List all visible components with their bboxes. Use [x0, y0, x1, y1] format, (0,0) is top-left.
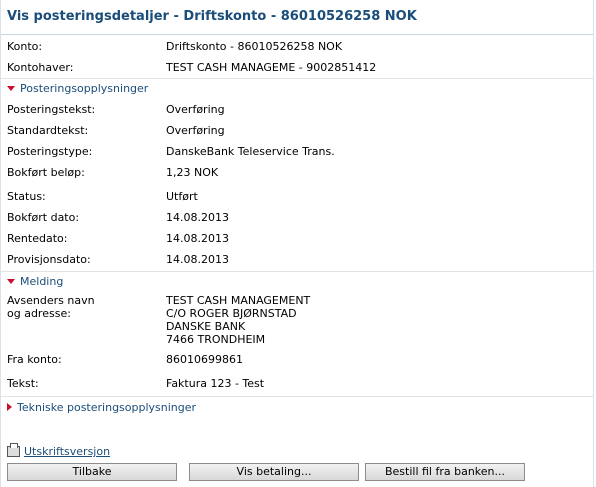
- standard-text-label: Standardtekst:: [7, 124, 89, 137]
- sender-label-line-2: og adresse:: [7, 307, 71, 320]
- booked-amount-value: 1,23 NOK: [166, 166, 219, 179]
- posting-details-panel: Vis posteringsdetaljer - Driftskonto - 8…: [0, 0, 594, 487]
- message-text-label: Tekst:: [7, 377, 39, 390]
- address-line: 7466 TRONDHEIM: [166, 333, 266, 346]
- page-title: Vis posteringsdetaljer - Driftskonto - 8…: [1, 0, 593, 35]
- section-posting-label: Posteringsopplysninger: [20, 82, 149, 95]
- account-holder-row: Kontohaver: TEST CASH MANAGEME - 9002851…: [1, 57, 593, 79]
- print-version-link[interactable]: Utskriftsversjon: [24, 445, 110, 458]
- booked-amount-label: Bokført beløp:: [7, 166, 85, 179]
- booked-date-row: Bokført dato: 14.08.2013: [1, 207, 593, 228]
- sender-label: Avsenders navn og adresse:: [7, 294, 95, 320]
- sender-address-row: Avsenders navn og adresse: TEST CASH MAN…: [1, 292, 593, 348]
- account-value: Driftskonto - 86010526258 NOK: [166, 40, 343, 53]
- account-label: Konto:: [7, 40, 43, 53]
- sender-address: TEST CASH MANAGEMENT C/O ROGER BJØRNSTAD…: [166, 294, 310, 346]
- account-row: Konto: Driftskonto - 86010526258 NOK: [1, 36, 593, 57]
- address-line: DANSKE BANK: [166, 320, 246, 333]
- printer-icon[interactable]: [7, 442, 20, 457]
- booked-date-label: Bokført dato:: [7, 211, 80, 224]
- booked-amount-row: Bokført beløp: 1,23 NOK: [1, 162, 593, 183]
- status-label: Status:: [7, 190, 46, 203]
- posting-type-label: Posteringstype:: [7, 145, 93, 158]
- triangle-down-icon: [7, 278, 15, 284]
- posting-text-row: Posteringstekst: Overføring: [1, 99, 593, 120]
- interest-date-row: Rentedato: 14.08.2013: [1, 228, 593, 249]
- from-account-value: 86010699861: [166, 353, 243, 366]
- standard-text-value: Overføring: [166, 124, 225, 137]
- section-message-toggle[interactable]: Melding: [1, 272, 593, 292]
- order-file-button[interactable]: Bestill fil fra banken...: [365, 463, 525, 481]
- message-text-value: Faktura 123 - Test: [166, 377, 265, 390]
- show-payment-button[interactable]: Vis betaling...: [189, 463, 359, 481]
- commission-date-value: 14.08.2013: [166, 253, 229, 266]
- triangle-right-icon: [7, 403, 12, 411]
- print-version: Utskriftsversjon: [7, 442, 110, 460]
- standard-text-row: Standardtekst: Overføring: [1, 120, 593, 141]
- message-text-row: Tekst: Faktura 123 - Test: [1, 372, 593, 397]
- commission-date-row: Provisjonsdato: 14.08.2013: [1, 249, 593, 272]
- section-posting-toggle[interactable]: Posteringsopplysninger: [1, 79, 593, 99]
- from-account-row: Fra konto: 86010699861: [1, 348, 593, 372]
- from-account-label: Fra konto:: [7, 353, 62, 366]
- posting-text-label: Posteringstekst:: [7, 103, 96, 116]
- status-row: Status: Utført: [1, 186, 593, 207]
- interest-date-value: 14.08.2013: [166, 232, 229, 245]
- address-line: TEST CASH MANAGEMENT: [166, 294, 311, 307]
- commission-date-label: Provisjonsdato:: [7, 253, 91, 266]
- sender-label-line-1: Avsenders navn: [7, 294, 95, 307]
- section-technical-label: Tekniske posteringsopplysninger: [17, 401, 197, 414]
- account-holder-label: Kontohaver:: [7, 61, 74, 74]
- posting-text-value: Overføring: [166, 103, 225, 116]
- section-message-label: Melding: [20, 275, 64, 288]
- booked-date-value: 14.08.2013: [166, 211, 229, 224]
- triangle-down-icon: [7, 85, 15, 91]
- account-holder-value: TEST CASH MANAGEME - 9002851412: [166, 61, 377, 74]
- section-technical-toggle[interactable]: Tekniske posteringsopplysninger: [1, 398, 593, 418]
- address-line: C/O ROGER BJØRNSTAD: [166, 307, 297, 320]
- interest-date-label: Rentedato:: [7, 232, 68, 245]
- status-value: Utført: [166, 190, 198, 203]
- posting-type-value: DanskeBank Teleservice Trans.: [166, 145, 335, 158]
- posting-type-row: Posteringstype: DanskeBank Teleservice T…: [1, 141, 593, 162]
- back-button[interactable]: Tilbake: [7, 463, 177, 481]
